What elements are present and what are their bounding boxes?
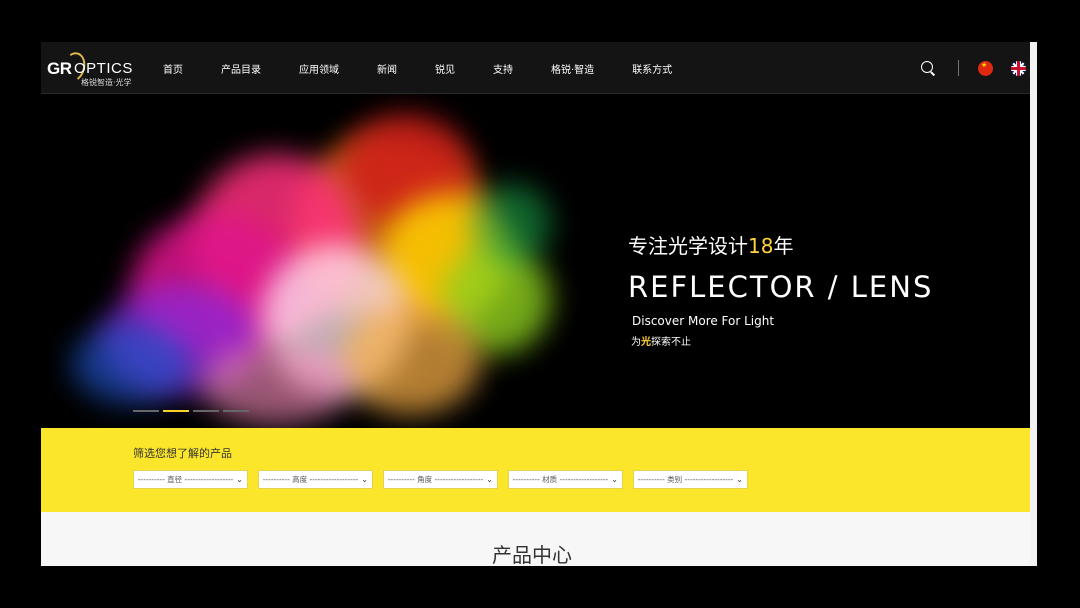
diameter-select[interactable]: ---------- 直径 ------------------ ⌄ <box>133 470 248 489</box>
nav-item-product-catalog[interactable]: 产品目录 <box>221 61 261 76</box>
slider-dot-2[interactable] <box>163 410 189 412</box>
header-divider <box>958 60 959 76</box>
hero-banner: 专注光学设计18年 REFLECTOR / LENS Discover More… <box>41 94 1030 428</box>
chevron-down-icon: ⌄ <box>736 475 743 484</box>
chevron-down-icon: ⌄ <box>361 475 368 484</box>
angle-select[interactable]: ---------- 角度 ------------------ ⌄ <box>383 470 498 489</box>
device-frame: GR OPTICS 格锐智造·光学 首页 产品目录 应用领域 新闻 锐见 支持 … <box>0 0 1080 608</box>
top-navigation-bar: GR OPTICS 格锐智造·光学 首页 产品目录 应用领域 新闻 锐见 支持 … <box>41 42 1030 94</box>
height-select[interactable]: ---------- 高度 ------------------ ⌄ <box>258 470 373 489</box>
product-filter-band: 筛选您想了解的产品 ---------- 直径 ----------------… <box>41 428 1030 512</box>
chevron-down-icon: ⌄ <box>611 475 618 484</box>
viewport-scroll-edge <box>1030 42 1037 566</box>
hero-years-highlight: 18 <box>748 234 774 258</box>
filter-selects: ---------- 直径 ------------------ ⌄ ------… <box>133 470 758 489</box>
flag-uk-icon[interactable] <box>1011 60 1026 76</box>
chevron-down-icon: ⌄ <box>236 475 243 484</box>
hero-subtitle-en: Discover More For Light <box>632 314 775 328</box>
hero-subtitle-cn: 为光探索不止 <box>631 337 691 348</box>
product-center-section: 产品中心 <box>41 512 1030 566</box>
chevron-down-icon: ⌄ <box>486 475 493 484</box>
logo-brand-gr: GR <box>47 59 72 78</box>
material-select[interactable]: ---------- 材质 ------------------ ⌄ <box>508 470 623 489</box>
nav-item-contact[interactable]: 联系方式 <box>632 61 672 76</box>
gr-optics-logo[interactable]: GR OPTICS 格锐智造·光学 <box>47 49 137 87</box>
nav-item-news[interactable]: 新闻 <box>377 61 397 76</box>
slider-dot-1[interactable] <box>133 410 159 412</box>
search-icon[interactable] <box>920 60 936 76</box>
flag-china-icon[interactable] <box>978 60 993 76</box>
browser-viewport: GR OPTICS 格锐智造·光学 首页 产品目录 应用领域 新闻 锐见 支持 … <box>41 42 1037 566</box>
logo-subtitle: 格锐智造·光学 <box>81 78 132 87</box>
logo-brand-optics: OPTICS <box>74 60 133 77</box>
category-select[interactable]: ---------- 类别 ------------------ ⌄ <box>633 470 748 489</box>
nav-item-applications[interactable]: 应用领域 <box>299 61 339 76</box>
filter-title: 筛选您想了解的产品 <box>133 447 232 460</box>
nav-item-manufacturing[interactable]: 格锐·智造 <box>551 61 594 76</box>
hero-title-en: REFLECTOR / LENS <box>628 270 934 304</box>
products-title: 产品中心 <box>492 543 572 566</box>
color-powder-explosion-image <box>41 94 601 428</box>
hero-title-cn: 专注光学设计18年 <box>628 234 794 258</box>
nav-item-insights[interactable]: 锐见 <box>435 61 455 76</box>
slider-dot-4[interactable] <box>223 410 249 412</box>
main-nav: 首页 产品目录 应用领域 新闻 锐见 支持 格锐·智造 联系方式 <box>163 42 710 94</box>
slider-pagination <box>133 410 253 412</box>
nav-item-home[interactable]: 首页 <box>163 61 183 76</box>
nav-item-support[interactable]: 支持 <box>493 61 513 76</box>
slider-dot-3[interactable] <box>193 410 219 412</box>
header-tools <box>920 42 1026 94</box>
